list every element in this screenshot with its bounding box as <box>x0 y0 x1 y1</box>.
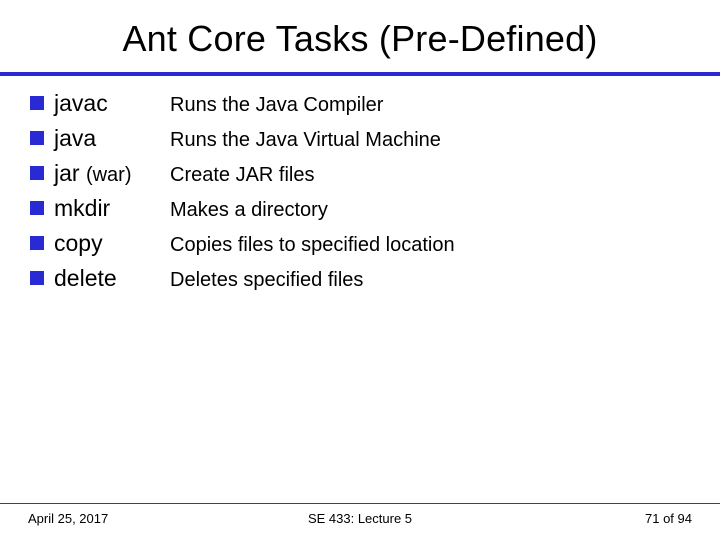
task-name: mkdir <box>54 195 166 222</box>
task-desc: Deletes specified files <box>166 269 363 292</box>
task-name: delete <box>54 265 166 292</box>
bullet-icon <box>30 166 44 180</box>
task-desc: Runs the Java Virtual Machine <box>166 129 441 152</box>
list-item: copy Copies files to specified location <box>30 230 692 257</box>
slide: Ant Core Tasks (Pre-Defined) javac Runs … <box>0 0 720 540</box>
list-item: java Runs the Java Virtual Machine <box>30 125 692 152</box>
task-desc: Create JAR files <box>166 164 315 187</box>
task-text: jar <box>54 160 80 186</box>
task-name: jar (war) <box>54 160 166 187</box>
task-text: mkdir <box>54 195 110 221</box>
bullet-icon <box>30 236 44 250</box>
task-name: copy <box>54 230 166 257</box>
bullet-icon <box>30 271 44 285</box>
task-desc: Makes a directory <box>166 199 328 222</box>
list-item: javac Runs the Java Compiler <box>30 90 692 117</box>
task-text: java <box>54 125 96 151</box>
task-text: copy <box>54 230 103 256</box>
task-list: javac Runs the Java Compiler java Runs t… <box>28 90 692 292</box>
list-item: delete Deletes specified files <box>30 265 692 292</box>
task-desc: Copies files to specified location <box>166 234 455 257</box>
list-item: mkdir Makes a directory <box>30 195 692 222</box>
task-text: delete <box>54 265 117 291</box>
task-name: java <box>54 125 166 152</box>
bullet-icon <box>30 96 44 110</box>
bullet-icon <box>30 131 44 145</box>
list-item: jar (war) Create JAR files <box>30 160 692 187</box>
task-text: javac <box>54 90 108 116</box>
task-desc: Runs the Java Compiler <box>166 94 383 117</box>
task-paren: (war) <box>86 164 132 186</box>
footer-course: SE 433: Lecture 5 <box>0 511 720 526</box>
bullet-icon <box>30 201 44 215</box>
task-name: javac <box>54 90 166 117</box>
footer-divider <box>0 503 720 504</box>
title-underline <box>0 72 720 76</box>
slide-footer: April 25, 2017 SE 433: Lecture 5 71 of 9… <box>0 511 720 526</box>
page-title: Ant Core Tasks (Pre-Defined) <box>28 18 692 60</box>
